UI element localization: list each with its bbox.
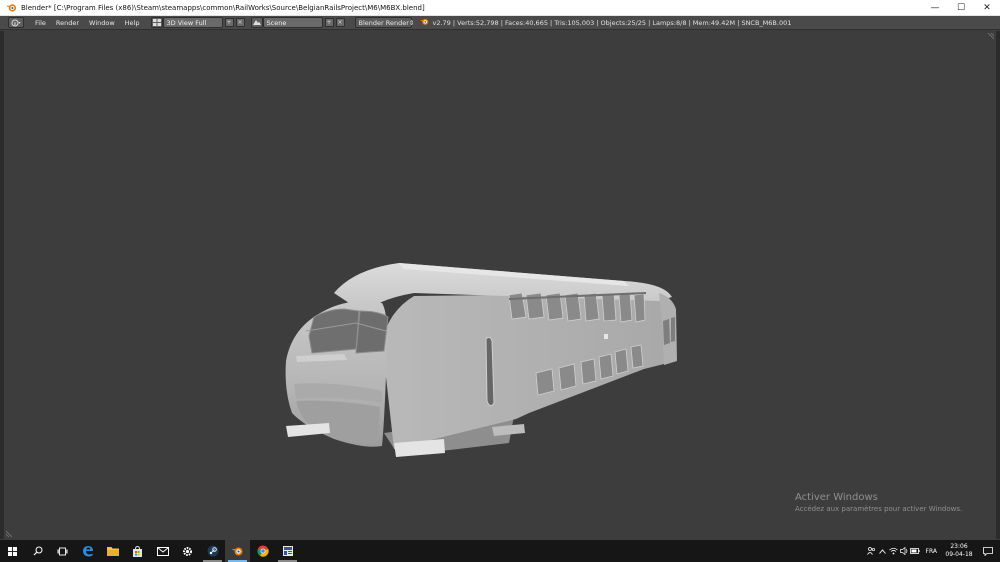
system-tray: FRA 23:06 09-04-18 xyxy=(866,540,1000,562)
clock-time: 23:06 xyxy=(950,543,968,550)
watermark-subtitle: Accédez aux paramètres pour activer Wind… xyxy=(795,505,963,513)
windows-taskbar: FRA 23:06 09-04-18 xyxy=(0,540,1000,562)
layout-grid-icon[interactable] xyxy=(150,17,163,28)
close-button[interactable]: ✕ xyxy=(974,0,1000,16)
windows-activation-watermark: Activer Windows Accédez aux paramètres p… xyxy=(795,492,962,513)
menu-file[interactable]: File xyxy=(30,19,51,27)
chrome-icon[interactable] xyxy=(250,540,275,562)
blender-taskbar-icon[interactable] xyxy=(225,540,250,562)
train-car-model[interactable] xyxy=(4,31,996,539)
search-icon[interactable] xyxy=(25,540,50,562)
scene-stats: v2.79 | Verts:52,798 | Faces:40,665 | Tr… xyxy=(420,17,792,28)
blender-logo-icon xyxy=(420,17,429,28)
add-scene-button[interactable]: + xyxy=(324,18,334,27)
screen-layout-field[interactable]: 3D View Full xyxy=(162,17,223,28)
scene-icon[interactable] xyxy=(250,17,263,28)
language-indicator[interactable]: FRA xyxy=(921,548,942,555)
minimize-button[interactable]: — xyxy=(922,0,948,16)
add-layout-button[interactable]: + xyxy=(224,18,234,27)
screen-layout-selector: 3D View Full + × xyxy=(150,17,245,28)
settings-icon[interactable] xyxy=(175,540,200,562)
menu-window[interactable]: Window xyxy=(84,19,120,27)
stats-text: v2.79 | Verts:52,798 | Faces:40,665 | Tr… xyxy=(432,18,792,27)
volume-icon[interactable] xyxy=(899,540,910,562)
watermark-title: Activer Windows xyxy=(795,492,878,503)
chevron-up-icon[interactable] xyxy=(877,540,888,562)
info-header: File Render Window Help 3D View Full + ×… xyxy=(0,16,1000,30)
remove-scene-button[interactable]: × xyxy=(335,18,345,27)
notification-center-icon[interactable] xyxy=(976,540,1000,562)
scene-field[interactable]: Scene xyxy=(262,17,323,28)
viewport-border xyxy=(996,31,1000,539)
info-icon xyxy=(11,19,21,26)
battery-icon[interactable] xyxy=(910,540,921,562)
dropdown-arrows-icon: ⇕ xyxy=(408,18,415,27)
edge-browser-icon[interactable] xyxy=(75,540,100,562)
windows-logo-icon[interactable] xyxy=(0,540,25,562)
editor-type-button[interactable] xyxy=(8,17,24,28)
steam-icon[interactable] xyxy=(200,540,225,562)
clock[interactable]: 23:06 09-04-18 xyxy=(942,543,976,559)
mail-icon[interactable] xyxy=(150,540,175,562)
maximize-button[interactable]: ☐ xyxy=(948,0,974,16)
file-explorer-icon[interactable] xyxy=(100,540,125,562)
store-icon[interactable] xyxy=(125,540,150,562)
people-icon[interactable] xyxy=(866,540,877,562)
remove-layout-button[interactable]: × xyxy=(235,18,245,27)
wifi-icon[interactable] xyxy=(888,540,899,562)
menu-render[interactable]: Render xyxy=(51,19,84,27)
render-engine-label: Blender Render xyxy=(358,18,409,27)
app-icon[interactable] xyxy=(275,540,300,562)
render-engine-select[interactable]: Blender Render ⇕ xyxy=(354,17,415,28)
window-title-bar: Blender* [C:\Program Files (x86)\Steam\s… xyxy=(0,0,1000,16)
window-title: Blender* [C:\Program Files (x86)\Steam\s… xyxy=(21,3,425,12)
3d-viewport[interactable]: Activer Windows Accédez aux paramètres p… xyxy=(4,31,996,539)
clock-date: 09-04-18 xyxy=(945,551,973,558)
menu-help[interactable]: Help xyxy=(120,19,145,27)
blender-icon xyxy=(4,1,18,15)
scene-selector: Scene + × xyxy=(250,17,345,28)
task-view-icon[interactable] xyxy=(50,540,75,562)
